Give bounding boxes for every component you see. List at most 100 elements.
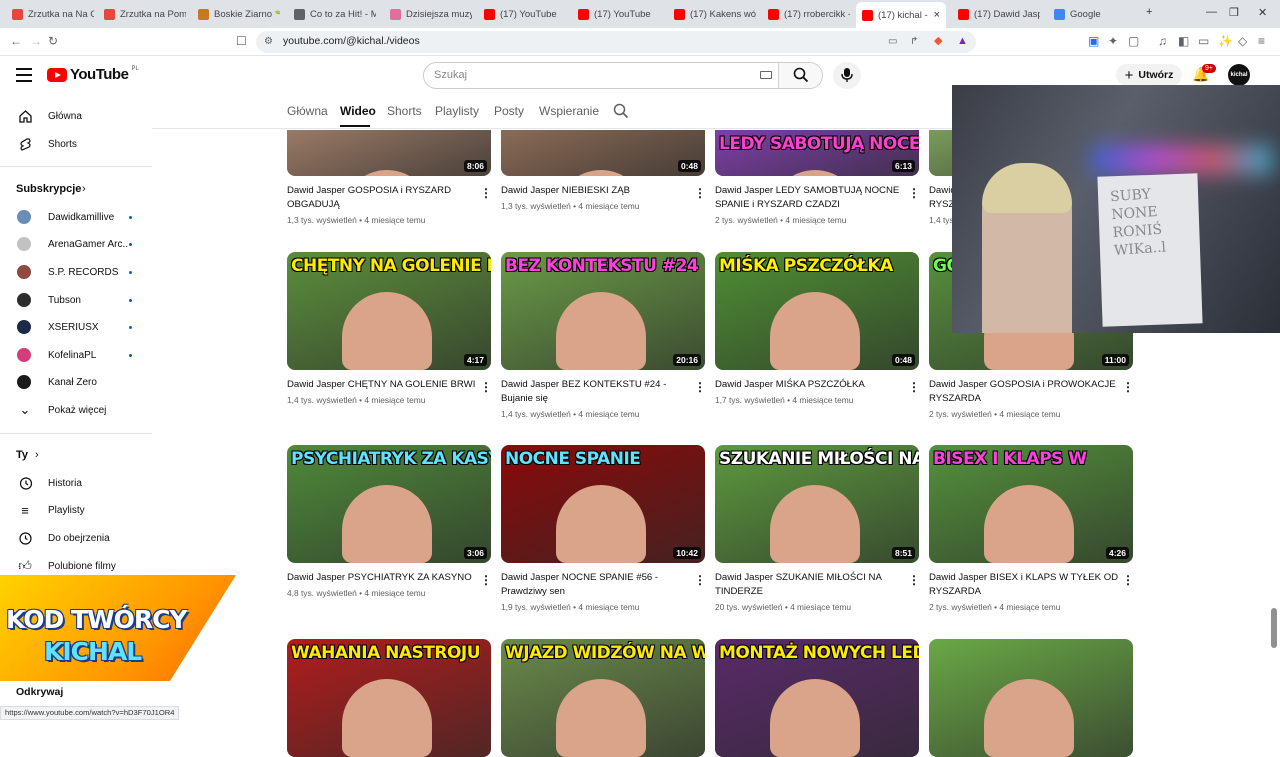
video-title[interactable]: Dawid Jasper NOCNE SPANIE #56 - Prawdziw… <box>501 571 691 599</box>
sidebar-item-watch-later[interactable]: Do obejrzenia <box>0 525 152 551</box>
video-thumbnail[interactable]: 8:06 <box>287 130 491 176</box>
sidebar-icon[interactable]: ◧ <box>1178 34 1189 48</box>
translate-icon[interactable]: ▣ <box>1088 34 1099 48</box>
keyboard-icon[interactable] <box>760 71 772 79</box>
sidebar-item-shorts[interactable]: Shorts <box>0 131 152 157</box>
site-settings-icon[interactable]: ⚙ <box>264 35 273 49</box>
browser-tab[interactable]: Google <box>1048 3 1136 25</box>
screenshot-icon[interactable]: ▢ <box>1128 34 1139 48</box>
video-thumbnail[interactable]: BISEX I KLAPS W 4:26 <box>929 445 1133 563</box>
video-thumbnail[interactable]: LEDY SABOTUJĄ NOCE SPANIE 6:13 <box>715 130 919 176</box>
video-title[interactable]: Dawid Jasper PSYCHIATRYK ZA KASYNO <box>287 571 477 585</box>
video-thumbnail[interactable]: 0:48 <box>501 130 705 176</box>
music-icon[interactable]: ♫ <box>1158 34 1167 48</box>
browser-tab[interactable]: Zrzutka na Na Ch <box>6 3 94 25</box>
video-thumbnail[interactable]: BEZ KONTEKSTU #24 20:16 <box>501 252 705 370</box>
browser-tab[interactable]: Boskie Ziarno 🌱 <box>192 3 280 25</box>
account-avatar[interactable]: kichal <box>1228 64 1250 86</box>
guide-menu-button[interactable] <box>16 68 32 82</box>
you-header[interactable]: Ty › <box>0 442 152 468</box>
more-actions-icon[interactable]: ⋮ <box>480 573 492 587</box>
address-bar[interactable]: ⚙ youtube.com/@kichal./videos ▭ ↱ ◆ ▲ <box>256 31 976 53</box>
more-actions-icon[interactable]: ⋮ <box>908 573 920 587</box>
bookmark-icon[interactable]: ☐ <box>236 34 247 48</box>
tab-home[interactable]: Główna <box>287 104 328 118</box>
close-window-icon[interactable]: ✕ <box>1258 6 1267 19</box>
maximize-icon[interactable]: ❐ <box>1229 6 1239 19</box>
tab-membership[interactable]: Wspieranie <box>539 104 599 118</box>
voice-search-button[interactable] <box>833 62 861 89</box>
more-actions-icon[interactable]: ⋮ <box>1122 573 1134 587</box>
browser-tab[interactable]: Co to za Hit! - Mi <box>288 3 376 25</box>
subscriptions-header[interactable]: Subskrypcje › <box>0 176 152 202</box>
brave-shield-icon[interactable]: ◆ <box>934 34 942 48</box>
video-thumbnail[interactable]: WAHANIA NASTROJU <box>287 639 491 757</box>
sidebar-item-subscription[interactable]: ArenaGamer Arc... <box>0 231 152 257</box>
share-icon[interactable]: ↱ <box>910 35 918 49</box>
sidebar-item-subscription[interactable]: KofelinaPL <box>0 342 152 368</box>
more-actions-icon[interactable]: ⋮ <box>694 573 706 587</box>
more-actions-icon[interactable]: ⋮ <box>694 380 706 394</box>
browser-tab[interactable]: Dzisiejsza muzyc <box>384 3 472 25</box>
video-title[interactable]: Dawid Jasper MIŚKA PSZCZÓŁKA <box>715 378 905 392</box>
sidebar-item-home[interactable]: Główna <box>0 103 152 129</box>
browser-menu-icon[interactable]: ≡ <box>1258 34 1265 48</box>
video-thumbnail[interactable]: MIŚKA PSZCZÓŁKA 0:48 <box>715 252 919 370</box>
more-actions-icon[interactable]: ⋮ <box>1122 380 1134 394</box>
more-actions-icon[interactable]: ⋮ <box>694 186 706 200</box>
browser-tab[interactable]: Zrzutka na Pomo <box>98 3 186 25</box>
browser-tab[interactable]: (17) kichal - × <box>856 2 946 28</box>
vpn-icon[interactable]: ◇ <box>1238 34 1247 48</box>
close-tab-icon[interactable]: × <box>934 9 940 21</box>
sidebar-item-subscription[interactable]: Dawidkamillive <box>0 204 152 230</box>
more-actions-icon[interactable]: ⋮ <box>908 186 920 200</box>
video-title[interactable]: Dawid Jasper GOSPOSIA i PROWOKACJE RYSZA… <box>929 378 1119 406</box>
more-actions-icon[interactable]: ⋮ <box>480 380 492 394</box>
cast-icon[interactable]: ▭ <box>888 35 897 49</box>
video-title[interactable]: Dawid Jasper NIEBIESKI ZĄB <box>501 184 691 198</box>
browser-tab[interactable]: (17) Kakens wójc <box>668 3 756 25</box>
leo-ai-icon[interactable]: ✨ <box>1218 34 1233 48</box>
video-thumbnail[interactable]: SZUKANIE MIŁOŚCI NA TINDERZE 8:51 <box>715 445 919 563</box>
sidebar-item-history[interactable]: Historia <box>0 470 152 496</box>
new-tab-icon[interactable]: + <box>1146 6 1152 18</box>
back-icon[interactable]: ← <box>10 34 22 48</box>
video-thumbnail[interactable]: WJAZD WIDZÓW NA WRSZAWSKĄ <box>501 639 705 757</box>
wallet-icon[interactable]: ▭ <box>1198 34 1209 48</box>
more-actions-icon[interactable]: ⋮ <box>480 186 492 200</box>
tab-posts[interactable]: Posty <box>494 104 524 118</box>
browser-tab[interactable]: (17) Dawid Jaspe <box>952 3 1040 25</box>
video-thumbnail[interactable]: CHĘTNY NA GOLENIE BRWI 4:17 <box>287 252 491 370</box>
sidebar-item-subscription[interactable]: XSERIUSX <box>0 314 152 340</box>
tab-videos[interactable]: Wideo <box>340 104 376 118</box>
tab-shorts[interactable]: Shorts <box>387 104 422 118</box>
brave-rewards-icon[interactable]: ▲ <box>957 34 968 48</box>
create-button[interactable]: + Utwórz <box>1116 64 1182 86</box>
sidebar-item-subscription[interactable]: S.P. RECORDS <box>0 259 152 285</box>
video-title[interactable]: Dawid Jasper BEZ KONTEKSTU #24 - Bujanie… <box>501 378 691 406</box>
show-more-button[interactable]: ⌄ Pokaż więcej <box>0 397 152 423</box>
video-thumbnail[interactable]: PSYCHIATRYK ZA KASYNO 3:06 <box>287 445 491 563</box>
tab-playlists[interactable]: Playlisty <box>435 104 479 118</box>
extension-puzzle-icon[interactable]: ✦ <box>1108 34 1118 48</box>
video-title[interactable]: Dawid Jasper CHĘTNY NA GOLENIE BRWI <box>287 378 477 392</box>
search-button[interactable] <box>778 63 822 88</box>
video-title[interactable]: Dawid Jasper BISEX i KLAPS W TYŁEK OD RY… <box>929 571 1119 599</box>
forward-icon[interactable]: → <box>30 34 42 48</box>
more-actions-icon[interactable]: ⋮ <box>908 380 920 394</box>
search-input[interactable] <box>434 69 734 81</box>
video-thumbnail[interactable] <box>929 639 1133 757</box>
page-scrollbar-thumb[interactable] <box>1271 608 1277 648</box>
minimize-icon[interactable]: — <box>1206 6 1217 18</box>
channel-search-icon[interactable] <box>613 103 629 119</box>
video-thumbnail[interactable]: MONTAŻ NOWYCH LEDÓW <box>715 639 919 757</box>
sidebar-item-subscription[interactable]: Kanał Zero <box>0 369 152 395</box>
reload-icon[interactable]: ↻ <box>48 34 58 48</box>
video-thumbnail[interactable]: NOCNE SPANIE 10:42 <box>501 445 705 563</box>
video-title[interactable]: Dawid Jasper LEDY SAMOBTUJĄ NOCNE SPANIE… <box>715 184 905 212</box>
browser-tab[interactable]: (17) YouTube <box>478 3 566 25</box>
video-title[interactable]: Dawid Jasper SZUKANIE MIŁOŚCI NA TINDERZ… <box>715 571 905 599</box>
sidebar-item-subscription[interactable]: Tubson <box>0 287 152 313</box>
browser-tab[interactable]: (17) rrobercikk - Y <box>762 3 850 25</box>
video-title[interactable]: Dawid Jasper GOSPOSIA i RYSZARD OBGADUJĄ <box>287 184 477 212</box>
